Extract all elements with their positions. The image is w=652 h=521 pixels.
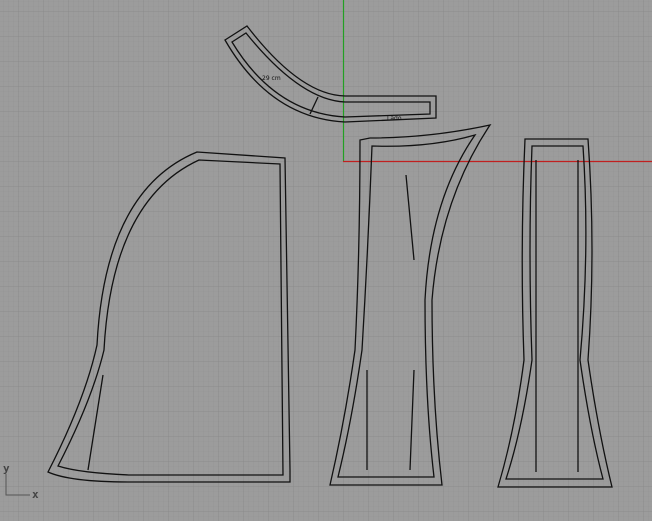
axis-x-label: x [32,488,39,501]
axis-y-label: y [3,462,10,475]
cad-viewport[interactable]: 29 cm Lado y x [0,0,652,521]
waistband-label-1: 29 cm [262,75,281,82]
grid [0,0,652,521]
waistband-label-2: Lado [387,115,402,122]
